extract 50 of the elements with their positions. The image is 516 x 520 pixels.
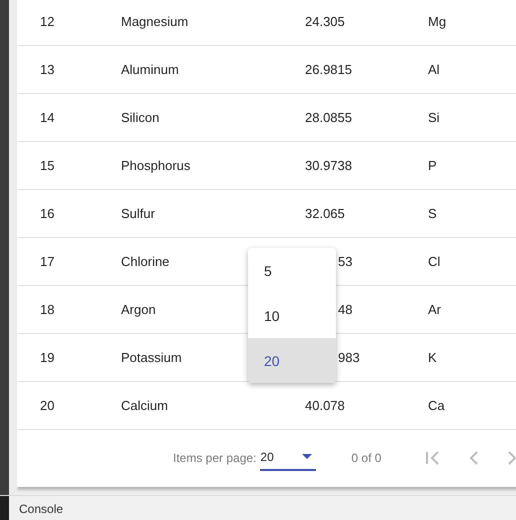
table-cell: 15 bbox=[40, 158, 54, 173]
table-cell: 24.305 bbox=[305, 14, 345, 29]
previous-page-button[interactable] bbox=[469, 450, 480, 466]
table-cell: Ca bbox=[428, 398, 445, 413]
previous-icon bbox=[469, 450, 480, 466]
table-cell: K bbox=[428, 350, 437, 365]
table-cell: 14 bbox=[40, 110, 54, 125]
table-cell: Sulfur bbox=[121, 206, 155, 221]
items-per-page-label: Items per page: bbox=[173, 451, 256, 465]
table-cell: Argon bbox=[121, 302, 156, 317]
first-page-icon bbox=[425, 450, 442, 466]
table-cell: 28.0855 bbox=[305, 110, 352, 125]
page-size-select[interactable]: 20 bbox=[260, 445, 316, 471]
menu-option[interactable]: 10 bbox=[248, 293, 336, 338]
table-cell: Al bbox=[428, 62, 440, 77]
table-cell: 40.078 bbox=[305, 398, 345, 413]
table-cell: S bbox=[428, 206, 437, 221]
table-cell: Cl bbox=[428, 254, 440, 269]
table-cell: 16 bbox=[40, 206, 54, 221]
table-cell: 19 bbox=[40, 350, 54, 365]
table-cell: Chlorine bbox=[121, 254, 170, 269]
table-cell: 26.9815 bbox=[305, 62, 352, 77]
table-cell: 30.9738 bbox=[305, 158, 352, 173]
first-page-button[interactable] bbox=[425, 450, 442, 466]
page-range: 0 of 0 bbox=[351, 451, 382, 465]
caret-icon bbox=[301, 454, 314, 460]
menu-option[interactable]: 20 bbox=[248, 338, 336, 383]
table-cell: 18 bbox=[40, 302, 54, 317]
table-cell: 13 bbox=[40, 62, 54, 77]
table-cell: 17 bbox=[40, 254, 54, 269]
table-cell: P bbox=[428, 158, 437, 173]
table-cell: Silicon bbox=[121, 110, 160, 125]
table-cell: Ar bbox=[428, 302, 441, 317]
table-cell: 983 bbox=[338, 350, 360, 365]
next-page-button[interactable] bbox=[507, 450, 516, 466]
table-cell: Calcium bbox=[121, 398, 168, 413]
table-cell: 20 bbox=[40, 398, 54, 413]
menu-option[interactable]: 5 bbox=[248, 248, 336, 293]
table-cell: Magnesium bbox=[121, 14, 188, 29]
table-cell: Mg bbox=[428, 14, 446, 29]
table-cell: 32.065 bbox=[305, 206, 345, 221]
console-tab[interactable]: Console bbox=[19, 502, 64, 516]
table-cell: 53 bbox=[338, 254, 352, 269]
table-cell: Si bbox=[428, 110, 440, 125]
table-cell: Potassium bbox=[121, 350, 182, 365]
next-icon bbox=[507, 450, 516, 466]
table-cell: Phosphorus bbox=[121, 158, 190, 173]
table-cell: Aluminum bbox=[121, 62, 179, 77]
table-cell: 12 bbox=[40, 14, 54, 29]
table-cell: 48 bbox=[338, 302, 352, 317]
